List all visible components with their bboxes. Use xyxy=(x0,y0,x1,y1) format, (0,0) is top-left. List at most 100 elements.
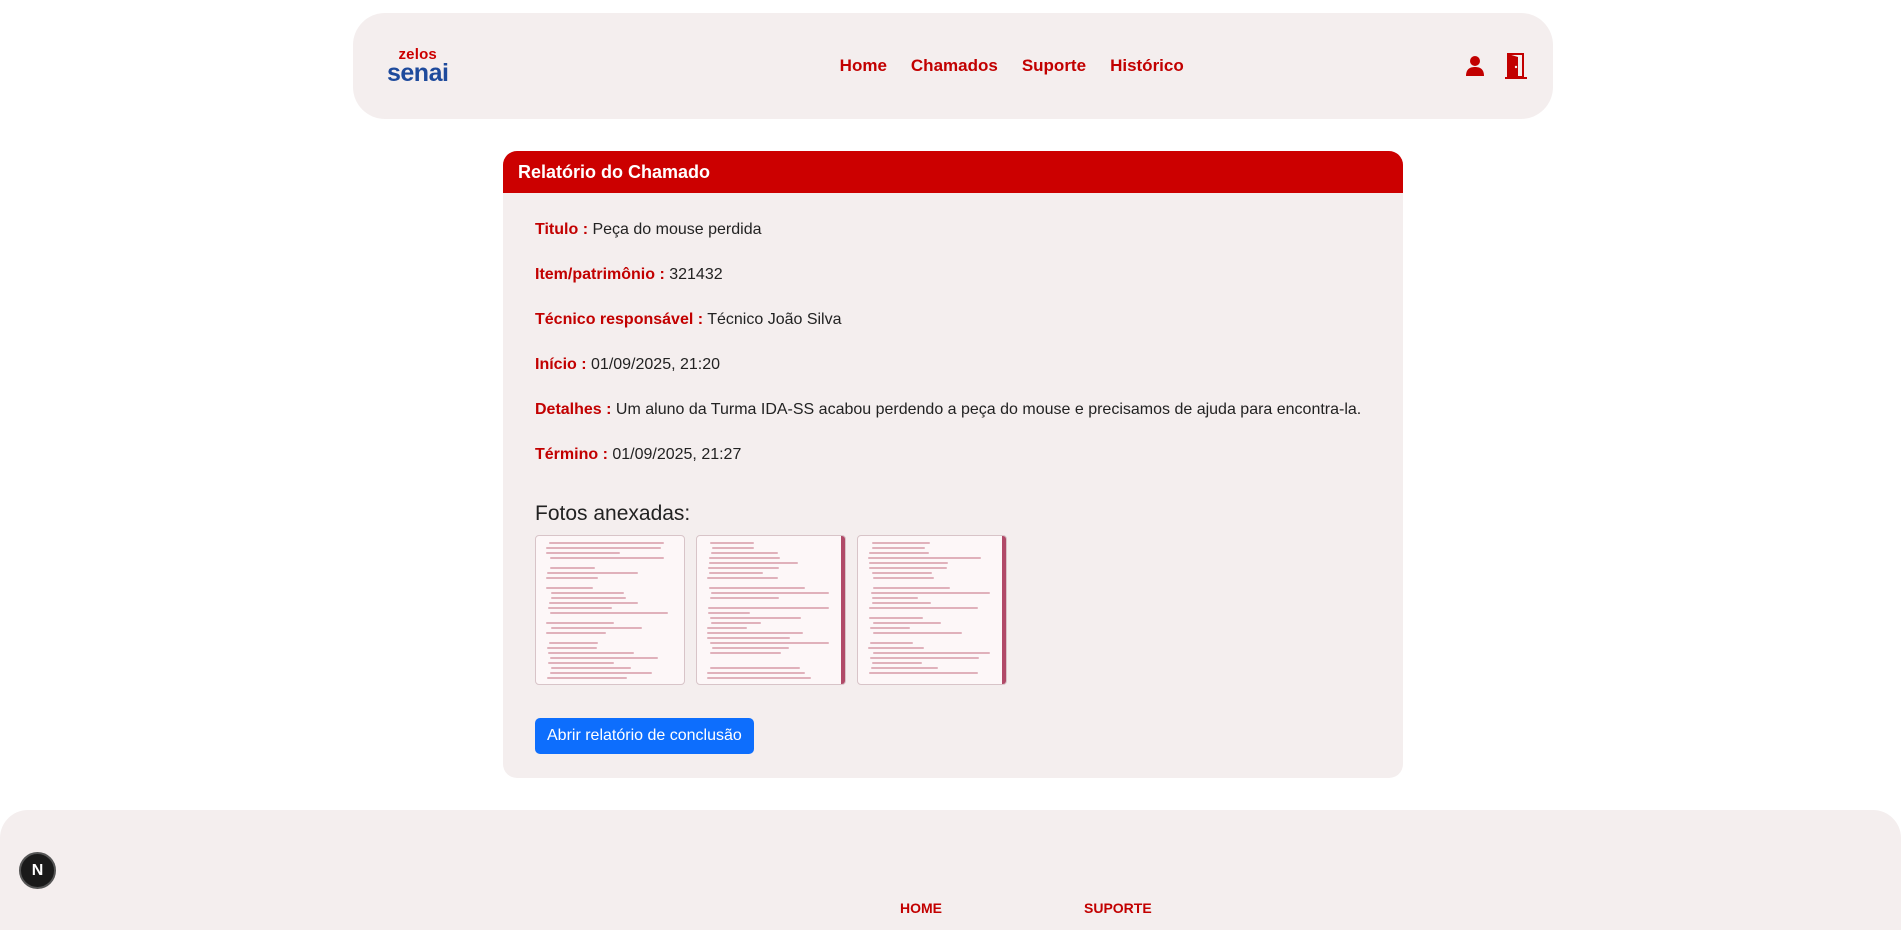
photo-text-line xyxy=(711,592,829,594)
footer-link-home[interactable]: HOME xyxy=(900,900,942,916)
photo-text-line xyxy=(873,632,962,634)
photo-text-line xyxy=(711,622,761,624)
photo-text-line xyxy=(868,647,924,649)
photo-text-line xyxy=(546,547,661,549)
photo-text-line xyxy=(548,662,614,664)
field-value: Técnico João Silva xyxy=(707,311,842,328)
field-value: Peça do mouse perdida xyxy=(592,221,762,238)
report-card-header: Relatório do Chamado xyxy=(503,151,1403,193)
field-label: Início : xyxy=(535,356,587,373)
photo-text-line xyxy=(547,572,638,574)
attached-photo-thumbnail[interactable] xyxy=(857,535,1007,685)
photo-text-line xyxy=(549,542,664,544)
photo-text-line xyxy=(709,562,798,564)
report-card: Relatório do Chamado Titulo : Peça do mo… xyxy=(503,151,1403,778)
photo-text-line xyxy=(551,667,631,669)
nav-home[interactable]: Home xyxy=(840,56,887,76)
photo-text-line xyxy=(546,552,620,554)
field-label: Titulo : xyxy=(535,221,589,238)
photo-text-line xyxy=(550,657,658,659)
photo-text-line xyxy=(869,617,923,619)
photo-text-line xyxy=(869,567,947,569)
photo-text-line xyxy=(707,677,811,679)
photo-text-line xyxy=(711,552,778,554)
photo-text-line xyxy=(546,622,614,624)
photo-text-line xyxy=(870,642,913,644)
photo-text-line xyxy=(871,667,938,669)
photo-text-line xyxy=(708,567,779,569)
attached-photo-thumbnail[interactable] xyxy=(696,535,846,685)
photo-text-line xyxy=(550,672,652,674)
photo-text-line xyxy=(710,597,779,599)
photo-text-line xyxy=(870,657,979,659)
photo-text-line xyxy=(546,587,593,589)
field-label: Técnico responsável : xyxy=(535,311,704,328)
nav-chamados[interactable]: Chamados xyxy=(911,56,998,76)
photo-text-line xyxy=(710,652,781,654)
photo-text-line xyxy=(707,632,803,634)
attached-photo-thumbnail[interactable] xyxy=(535,535,685,685)
photo-text-line xyxy=(549,602,638,604)
photo-text-line xyxy=(707,577,778,579)
logo-bottom-text: senai xyxy=(387,58,449,87)
logout-door-icon[interactable] xyxy=(1504,53,1527,79)
footer-link-suporte[interactable]: SUPORTE xyxy=(1084,900,1152,916)
photo-page-edge xyxy=(1002,536,1006,684)
field-detalhes: Detalhes : Um aluno da Turma IDA-SS acab… xyxy=(535,385,1371,430)
photo-text-line xyxy=(709,572,763,574)
top-navbar: zelos senai Home Chamados Suporte Histór… xyxy=(353,13,1553,119)
photo-text-line xyxy=(873,652,990,654)
photo-text-line xyxy=(712,647,789,649)
photo-text-line xyxy=(551,597,626,599)
photo-text-line xyxy=(873,577,934,579)
photo-text-line xyxy=(551,627,642,629)
photo-gallery xyxy=(535,535,1371,685)
photo-text-line xyxy=(548,607,612,609)
photo-text-line xyxy=(872,547,925,549)
open-conclusion-report-button[interactable]: Abrir relatório de conclusão xyxy=(535,718,754,754)
photo-text-line xyxy=(710,542,754,544)
photo-text-line xyxy=(548,652,634,654)
field-value: 321432 xyxy=(669,266,723,283)
nav-historico[interactable]: Histórico xyxy=(1110,56,1184,76)
photo-page-edge xyxy=(841,536,845,684)
photos-title: Fotos anexadas: xyxy=(535,502,691,525)
photo-text-line xyxy=(550,557,664,559)
photo-text-line xyxy=(869,607,978,609)
photo-text-line xyxy=(546,632,606,634)
photo-text-line xyxy=(710,667,800,669)
field-value: 01/09/2025, 21:20 xyxy=(591,356,721,373)
photo-text-line xyxy=(710,642,829,644)
field-label: Detalhes : xyxy=(535,401,612,418)
photo-text-line xyxy=(707,672,805,674)
dev-tools-badge[interactable]: N xyxy=(19,852,56,889)
user-icon[interactable] xyxy=(1465,55,1485,77)
photo-text-line xyxy=(872,572,932,574)
photo-text-line xyxy=(712,547,754,549)
photo-text-line xyxy=(707,627,747,629)
field-item-patrimonio: Item/patrimônio : 321432 xyxy=(535,250,1371,295)
photo-text-line xyxy=(547,647,597,649)
field-label: Término : xyxy=(535,446,608,463)
photo-text-line xyxy=(868,557,981,559)
nav-suporte[interactable]: Suporte xyxy=(1022,56,1086,76)
photo-text-line xyxy=(873,622,941,624)
field-termino: Término : 01/09/2025, 21:27 xyxy=(535,430,1371,475)
field-value: Um aluno da Turma IDA-SS acabou perdendo… xyxy=(615,401,1362,418)
photo-text-line xyxy=(709,557,780,559)
photo-text-line xyxy=(869,552,929,554)
photo-text-line xyxy=(550,567,595,569)
field-titulo: Titulo : Peça do mouse perdida xyxy=(535,205,1371,250)
photo-text-line xyxy=(872,597,918,599)
footer: HOME SUPORTE xyxy=(0,810,1901,930)
photo-text-line xyxy=(873,587,950,589)
zelos-senai-logo[interactable]: zelos senai xyxy=(387,47,449,87)
photo-text-line xyxy=(708,612,750,614)
photo-text-line xyxy=(551,592,624,594)
field-inicio: Início : 01/09/2025, 21:20 xyxy=(535,340,1371,385)
photo-text-line xyxy=(869,562,948,564)
nav-icons xyxy=(1465,53,1527,79)
report-card-body: Titulo : Peça do mouse perdida Item/patr… xyxy=(503,193,1403,754)
photo-text-line xyxy=(710,617,801,619)
photo-text-line xyxy=(709,587,805,589)
